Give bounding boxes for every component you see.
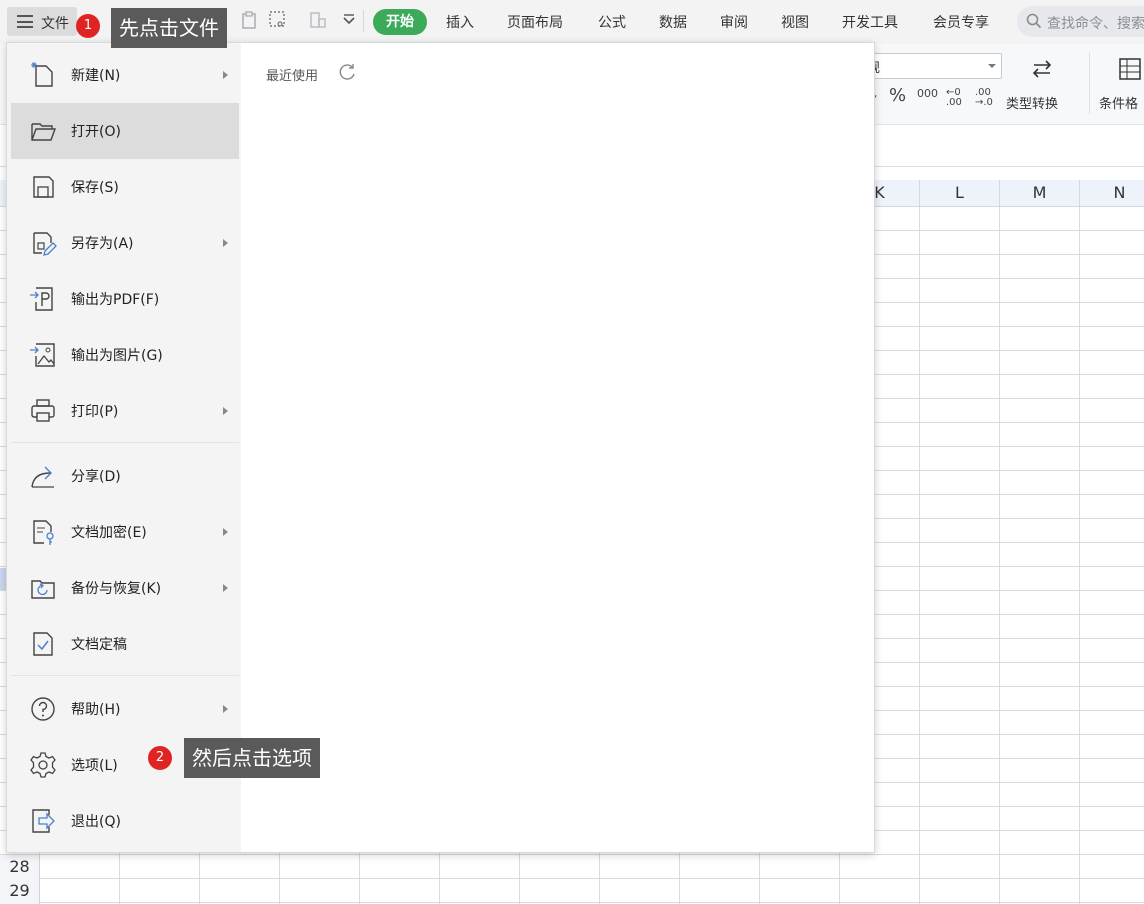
row-header-column: 28 29 [0,855,40,904]
number-format-select[interactable]: 规 [860,53,1002,79]
row-header-29[interactable]: 29 [0,881,39,900]
menu-item-exit[interactable]: 退出(Q) [11,793,239,849]
backup-restore-icon [29,574,57,602]
menu-item-label: 另存为(A) [71,233,134,253]
menu-item-encrypt[interactable]: 文档加密(E) [11,504,239,560]
chevron-right-icon [223,705,232,713]
column-header-n[interactable]: N [1080,180,1144,206]
menu-item-label: 文档定稿 [71,634,127,654]
menu-item-label: 打开(O) [71,121,121,141]
file-menu-panel: 新建(N) 打开(O) 保存(S) 另存为(A) 输 [6,42,875,853]
menu-item-help[interactable]: 帮助(H) [11,681,239,737]
chevron-right-icon [223,584,232,592]
type-convert-icon[interactable] [1028,56,1056,82]
file-menu-button[interactable]: 文件 [7,7,77,36]
printer-icon [29,397,57,425]
export-image-icon [29,341,57,369]
column-header-l[interactable]: L [920,180,1000,206]
encrypt-doc-icon [29,518,57,546]
tab-data[interactable]: 数据 [659,12,687,32]
hamburger-icon [17,15,33,28]
chevron-right-icon [223,407,232,415]
menu-item-save-as[interactable]: 另存为(A) [11,215,239,271]
menu-item-label: 帮助(H) [71,699,120,719]
recent-files-heading: 最近使用 [266,65,318,84]
chevron-right-icon [223,71,232,79]
menu-item-new[interactable]: 新建(N) [11,47,239,103]
tab-view[interactable]: 视图 [781,12,809,32]
menu-item-print[interactable]: 打印(P) [11,383,239,439]
select-cut-icon[interactable] [269,11,287,29]
tab-developer[interactable]: 开发工具 [842,12,898,32]
thousands-separator-button[interactable]: 000 [917,88,938,99]
menu-divider [11,442,239,443]
menu-item-label: 备份与恢复(K) [71,578,161,598]
chevron-right-icon [223,528,232,536]
paste-icon[interactable] [240,11,258,29]
tab-review[interactable]: 审阅 [720,12,748,32]
menu-item-label: 选项(L) [71,755,118,775]
search-input[interactable]: 查找命令、搜索 [1047,13,1144,33]
menu-item-save[interactable]: 保存(S) [11,159,239,215]
step-tooltip-2: 然后点击选项 [184,738,320,778]
tab-formulas[interactable]: 公式 [598,12,626,32]
menu-item-label: 新建(N) [71,65,120,85]
menu-item-label: 输出为图片(G) [71,345,163,365]
menu-item-label: 文档加密(E) [71,522,147,542]
save-as-icon [29,229,57,257]
chevron-right-icon [223,239,232,247]
tab-member[interactable]: 会员专享 [933,12,989,32]
step-badge-2: 2 [148,746,172,770]
row-header-28[interactable]: 28 [0,857,39,876]
new-file-icon [29,61,57,89]
menu-item-label: 打印(P) [71,401,118,421]
share-icon [29,462,57,490]
help-icon [29,695,57,723]
chevron-down-icon [988,64,996,72]
step-tooltip-1: 先点击文件 [111,8,227,48]
exit-icon [29,807,57,835]
menu-item-export-image[interactable]: 输出为图片(G) [11,327,239,383]
column-header-m[interactable]: M [1000,180,1080,206]
menu-divider [11,675,239,676]
tab-insert[interactable]: 插入 [446,12,474,32]
menu-item-backup[interactable]: 备份与恢复(K) [11,560,239,616]
refresh-icon[interactable] [337,62,357,82]
finalize-doc-icon [29,630,57,658]
conditional-format-icon[interactable] [1117,56,1143,82]
menu-item-finalize[interactable]: 文档定稿 [11,616,239,672]
type-convert-label[interactable]: 类型转换 [1006,93,1058,112]
step-badge-1: 1 [76,14,100,38]
file-menu-label: 文件 [41,13,69,33]
ribbon-divider [1089,52,1090,114]
tab-page-layout[interactable]: 页面布局 [507,12,563,32]
increase-decimal-button[interactable]: ←0 .00 [946,88,968,108]
save-icon [29,173,57,201]
decrease-decimal-button[interactable]: .00 →.0 [975,88,997,108]
menu-item-export-pdf[interactable]: 输出为PDF(F) [11,271,239,327]
menu-item-label: 输出为PDF(F) [71,289,159,309]
folder-open-icon [29,117,57,145]
percent-button[interactable]: % [889,87,906,105]
file-menu-sidebar: 新建(N) 打开(O) 保存(S) 另存为(A) 输 [7,43,241,852]
gear-icon [29,751,57,779]
search-icon [1026,13,1042,29]
menu-item-label: 分享(D) [71,466,121,486]
menu-item-label: 退出(Q) [71,811,121,831]
chevron-down-icon[interactable] [340,11,358,29]
menu-item-share[interactable]: 分享(D) [11,448,239,504]
export-pdf-icon [29,285,57,313]
menu-item-label: 保存(S) [71,177,119,197]
conditional-format-label[interactable]: 条件格 [1099,93,1138,112]
toolbar-divider [363,10,364,32]
tab-home[interactable]: 开始 [373,9,427,35]
format-painter-icon[interactable] [309,11,327,29]
menu-item-open[interactable]: 打开(O) [11,103,239,159]
search-box[interactable]: 查找命令、搜索 [1017,6,1144,37]
